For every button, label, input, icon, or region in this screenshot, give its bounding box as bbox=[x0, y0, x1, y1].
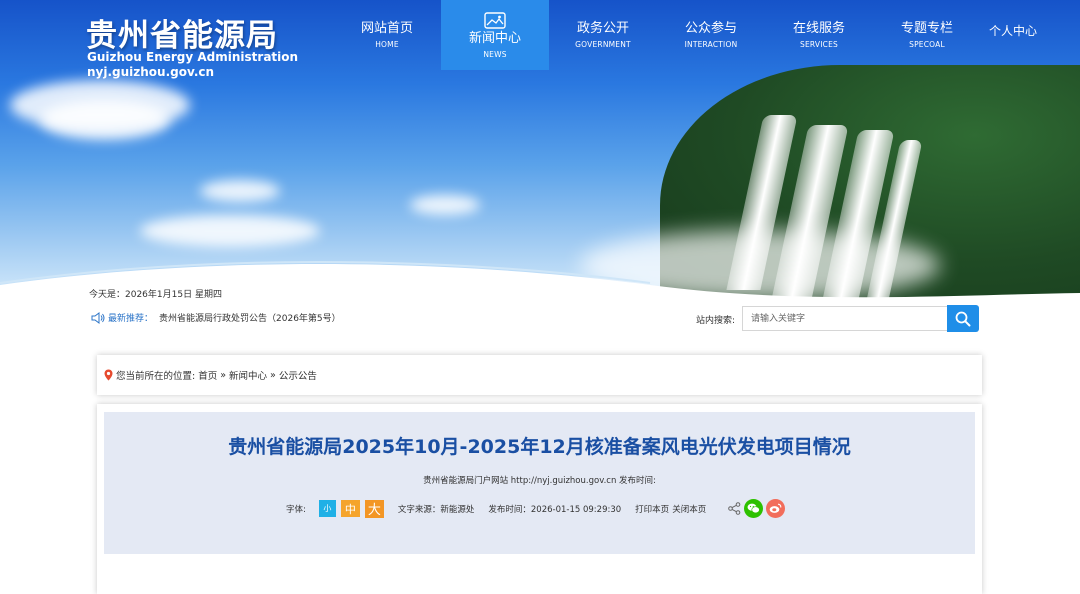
font-size-label: 字体: bbox=[286, 504, 306, 515]
breadcrumb-item-notice[interactable]: 公示公告 bbox=[279, 368, 317, 382]
nav-label-cn: 政务公开 bbox=[576, 21, 629, 36]
nav-label-en: GOVERNMENT bbox=[575, 40, 631, 49]
nav-label-en: NEWS bbox=[483, 49, 507, 59]
location-pin-icon bbox=[104, 369, 113, 381]
personal-center-link[interactable]: 个人中心 bbox=[989, 22, 1037, 39]
cloud bbox=[200, 180, 280, 202]
nav-item-government[interactable]: 政务公开 GOVERNMENT bbox=[549, 0, 657, 70]
latest-recommend: 最新推荐： 贵州省能源局行政处罚公告（2026年第5号） bbox=[91, 311, 341, 324]
close-page-link[interactable]: 关闭本页 bbox=[672, 503, 706, 515]
image-icon bbox=[484, 11, 506, 29]
nav-item-special[interactable]: 专题专栏 SPECOAL bbox=[873, 0, 981, 70]
main-nav: 网站首页 HOME 新闻中心 NEWS 政务公开 GOVERNMENT 公众参与… bbox=[333, 0, 981, 70]
breadcrumb-prefix: 您当前所在的位置: bbox=[116, 371, 196, 382]
nav-item-home[interactable]: 网站首页 HOME bbox=[333, 0, 441, 70]
nav-label-en: SERVICES bbox=[800, 40, 838, 49]
nav-item-interaction[interactable]: 公众参与 INTERACTION bbox=[657, 0, 765, 70]
breadcrumb: 您当前所在的位置: 首页 » 新闻中心 » 公示公告 bbox=[97, 355, 982, 395]
text-source: 文字来源：新能源处 bbox=[397, 504, 475, 515]
article-source-line: 贵州省能源局门户网站 http://nyj.guizhou.gov.cn 发布时… bbox=[423, 476, 656, 486]
cloud bbox=[40, 100, 170, 140]
nav-label-en: HOME bbox=[375, 40, 399, 49]
publish-time: 发布时间：2026-01-15 09:29:30 bbox=[488, 504, 622, 515]
font-size-medium-button[interactable]: 中 bbox=[340, 500, 360, 517]
wechat-share-button[interactable] bbox=[744, 499, 764, 518]
print-page-link[interactable]: 打印本页 bbox=[635, 503, 669, 515]
search-button[interactable] bbox=[947, 305, 979, 332]
nav-label-cn: 网站首页 bbox=[360, 21, 413, 36]
breadcrumb-item-home[interactable]: 首页 bbox=[198, 368, 217, 382]
search-label: 站内搜索: bbox=[696, 316, 736, 326]
recommend-link[interactable]: 贵州省能源局行政处罚公告（2026年第5号） bbox=[159, 311, 341, 324]
font-size-small-button[interactable]: 小 bbox=[318, 500, 336, 517]
cloud bbox=[140, 215, 320, 247]
share-icon[interactable] bbox=[728, 502, 741, 515]
nav-label-cn: 新闻中心 bbox=[468, 30, 521, 46]
breadcrumb-item-news[interactable]: 新闻中心 bbox=[229, 368, 267, 382]
nav-label-en: SPECOAL bbox=[909, 40, 945, 49]
site-url: nyj.guizhou.gov.cn bbox=[87, 65, 215, 79]
article-title: 贵州省能源局2025年10月-2025年12月核准备案风电光伏发电项目情况 bbox=[228, 436, 851, 458]
site-logo-english: Guizhou Energy Administration bbox=[87, 50, 299, 64]
article-header: 贵州省能源局2025年10月-2025年12月核准备案风电光伏发电项目情况 贵州… bbox=[104, 412, 975, 554]
article-card: 贵州省能源局2025年10月-2025年12月核准备案风电光伏发电项目情况 贵州… bbox=[97, 404, 982, 594]
weibo-icon bbox=[769, 503, 782, 513]
nav-item-news[interactable]: 新闻中心 NEWS bbox=[441, 0, 549, 70]
font-size-large-button[interactable]: 大 bbox=[364, 499, 384, 518]
speaker-icon bbox=[91, 311, 105, 324]
nav-item-services[interactable]: 在线服务 SERVICES bbox=[765, 0, 873, 70]
breadcrumb-separator: » bbox=[270, 369, 276, 381]
breadcrumb-separator: » bbox=[220, 369, 227, 381]
recommend-label: 最新推荐： bbox=[108, 314, 154, 324]
nav-label-cn: 公众参与 bbox=[684, 21, 737, 36]
site-logo-title[interactable]: 贵州省能源局 bbox=[86, 10, 278, 55]
today-date: 今天是：2026年1月15日 星期四 bbox=[89, 290, 222, 300]
cloud bbox=[410, 195, 480, 215]
nav-label-cn: 在线服务 bbox=[792, 21, 845, 36]
search-icon bbox=[955, 311, 971, 326]
nav-label-cn: 专题专栏 bbox=[900, 21, 953, 36]
search-input[interactable] bbox=[742, 306, 947, 331]
weibo-share-button[interactable] bbox=[766, 499, 786, 518]
nav-label-en: INTERACTION bbox=[684, 40, 738, 49]
share-buttons bbox=[728, 499, 786, 518]
article-meta: 字体: 小 中 大 文字来源：新能源处 发布时间：2026-01-15 09:2… bbox=[286, 499, 786, 518]
wechat-icon bbox=[747, 503, 760, 514]
